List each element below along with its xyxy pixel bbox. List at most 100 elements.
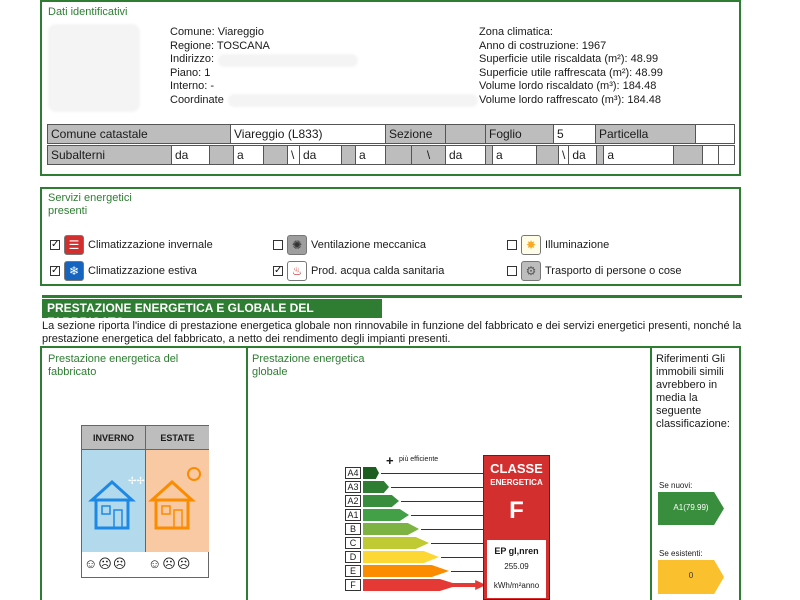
coordinate-redaction <box>228 94 478 107</box>
service-hot-water: ✓ ♨ Prod. acqua calda sanitaria <box>273 261 444 281</box>
cadastre-row-2: Subalterni da a \ da a \ da a \ da a <box>47 145 735 165</box>
energy-class-label: A1 <box>345 509 361 521</box>
service-summer-cooling: ✓ ❄ Climatizzazione estiva <box>50 261 197 281</box>
ep-label: EP gl,nren <box>494 546 539 556</box>
energy-class-label: A4 <box>345 467 361 479</box>
sub-sep-1: \ <box>287 145 300 165</box>
volume-raffrescato-text: Volume lordo raffrescato (m³): 184.48 <box>479 93 661 106</box>
service-winter-heating: ✓ ☰ Climatizzazione invernale <box>50 235 213 255</box>
sub-val-3 <box>341 145 356 165</box>
sub-val-4 <box>385 145 412 165</box>
energy-class-label: D <box>345 551 361 563</box>
svg-text:✢✢: ✢✢ <box>128 476 145 487</box>
banner-divider <box>42 295 742 298</box>
cadastre-row-1: Comune catastale Viareggio (L833) Sezion… <box>47 124 735 144</box>
energy-class-guide-line <box>401 501 493 502</box>
lighting-label: Illuminazione <box>545 239 610 251</box>
sub-val-2 <box>263 145 288 165</box>
subalterni-table: Subalterni da a \ da a \ da a \ da a <box>47 145 735 165</box>
hot-water-label: Prod. acqua calda sanitaria <box>311 265 445 277</box>
energy-class-box: CLASSE ENERGETICA F EP gl,nren 255.09 kW… <box>483 455 550 600</box>
energy-class-bar <box>363 495 399 507</box>
services-title-line-2: presenti <box>48 205 88 217</box>
summer-header: ESTATE <box>146 426 209 450</box>
transport-label: Trasporto di persone o cose <box>545 265 682 277</box>
performance-banner: PRESTAZIONE ENERGETICA E GLOBALE DEL FAB… <box>42 299 382 329</box>
piano-text: Piano: 1 <box>170 66 211 79</box>
sub-val-7 <box>596 145 605 165</box>
sub-da-3: da <box>445 145 486 165</box>
particella-label: Particella <box>595 124 696 144</box>
energy-class-guide-line <box>391 487 493 488</box>
superficie-raffrescata-text: Superficie utile raffrescata (m²): 48.99 <box>479 66 663 79</box>
address-redaction <box>218 54 358 67</box>
winter-heating-label: Climatizzazione invernale <box>88 239 213 251</box>
energy-class-label: A3 <box>345 481 361 493</box>
sezione-value <box>445 124 486 144</box>
tap-icon: ♨ <box>287 261 307 281</box>
building-performance-title: Prestazione energetica del fabbricato <box>48 353 179 378</box>
performance-description: La sezione riporta l'indice di prestazio… <box>42 320 742 345</box>
energy-class-bar <box>363 523 419 535</box>
sub-val-1 <box>209 145 234 165</box>
ep-value: 255.09 <box>504 562 529 571</box>
winter-rating-faces: ☺☹☹ <box>84 556 128 571</box>
summer-house-icon <box>148 467 201 530</box>
sub-a-2: a <box>355 145 386 165</box>
energy-class-label: E <box>345 565 361 577</box>
energy-class-label: F <box>345 579 361 591</box>
ventilation-checkbox[interactable] <box>273 240 283 250</box>
sub-sep-3: \ <box>557 145 570 165</box>
sub-da-2: da <box>299 145 342 165</box>
existing-label: Se esistenti: <box>659 549 703 558</box>
energy-class-label: A2 <box>345 495 361 507</box>
sub-val-5 <box>485 145 493 165</box>
energy-class-bar <box>363 565 449 577</box>
gear-icon: ⚙ <box>521 261 541 281</box>
sub-val-9 <box>702 145 719 165</box>
existing-class-arrow: 0 <box>658 560 724 594</box>
hot-water-checkbox[interactable]: ✓ <box>273 266 283 276</box>
foglio-value: 5 <box>553 124 596 144</box>
sub-val-10 <box>718 145 735 165</box>
sub-a-4: a <box>603 145 675 165</box>
winter-header: INVERNO <box>82 426 146 450</box>
summer-cooling-label: Climatizzazione estiva <box>88 265 197 277</box>
services-title-line-1: Servizi energetici <box>48 192 132 204</box>
particella-value <box>695 124 735 144</box>
service-ventilation: ✺ Ventilazione meccanica <box>273 235 426 255</box>
energy-class-guide-line <box>381 473 493 474</box>
ep-unit: kWh/m²anno <box>493 581 540 590</box>
sub-a-1: a <box>233 145 264 165</box>
anno-costruzione-text: Anno di costruzione: 1967 <box>479 39 607 52</box>
photo-redaction <box>48 24 140 112</box>
sub-da-1: da <box>171 145 210 165</box>
sub-da-4: da <box>568 145 598 165</box>
efficient-label: più efficiente <box>399 456 439 463</box>
energy-class-label: B <box>345 523 361 535</box>
energy-class-bar <box>363 481 389 493</box>
references-title: Riferimenti Gli immobili simili avrebber… <box>656 353 730 430</box>
radiator-icon: ☰ <box>64 235 84 255</box>
season-table: INVERNO ESTATE ✢✢ ☺☹☹ ☺☹☹ <box>81 425 209 578</box>
global-performance-title: Prestazione energetica globale <box>252 353 365 378</box>
column-divider-2 <box>650 346 652 600</box>
energy-class-bar <box>363 551 439 563</box>
service-transport: ⚙ Trasporto di persone o cose <box>507 261 682 281</box>
summer-cooling-checkbox[interactable]: ✓ <box>50 266 60 276</box>
fan-icon: ✺ <box>287 235 307 255</box>
ventilation-label: Ventilazione meccanica <box>311 239 426 251</box>
service-lighting: ✸ Illuminazione <box>507 235 609 255</box>
regione-text: Regione: TOSCANA <box>170 39 270 52</box>
winter-heating-checkbox[interactable]: ✓ <box>50 240 60 250</box>
identification-right-list: Zona climatica: Anno di costruzione: 196… <box>479 26 663 107</box>
ac-icon: ❄ <box>64 261 84 281</box>
lighting-checkbox[interactable] <box>507 240 517 250</box>
energy-class-bar <box>363 579 459 591</box>
superficie-riscaldata-text: Superficie utile riscaldata (m²): 48.99 <box>479 53 659 65</box>
column-divider-1 <box>246 346 248 600</box>
summer-rating-faces: ☺☹☹ <box>148 556 192 571</box>
transport-checkbox[interactable] <box>507 266 517 276</box>
identification-title: Dati identificativi <box>48 6 128 18</box>
new-label: Se nuovi: <box>659 481 693 490</box>
